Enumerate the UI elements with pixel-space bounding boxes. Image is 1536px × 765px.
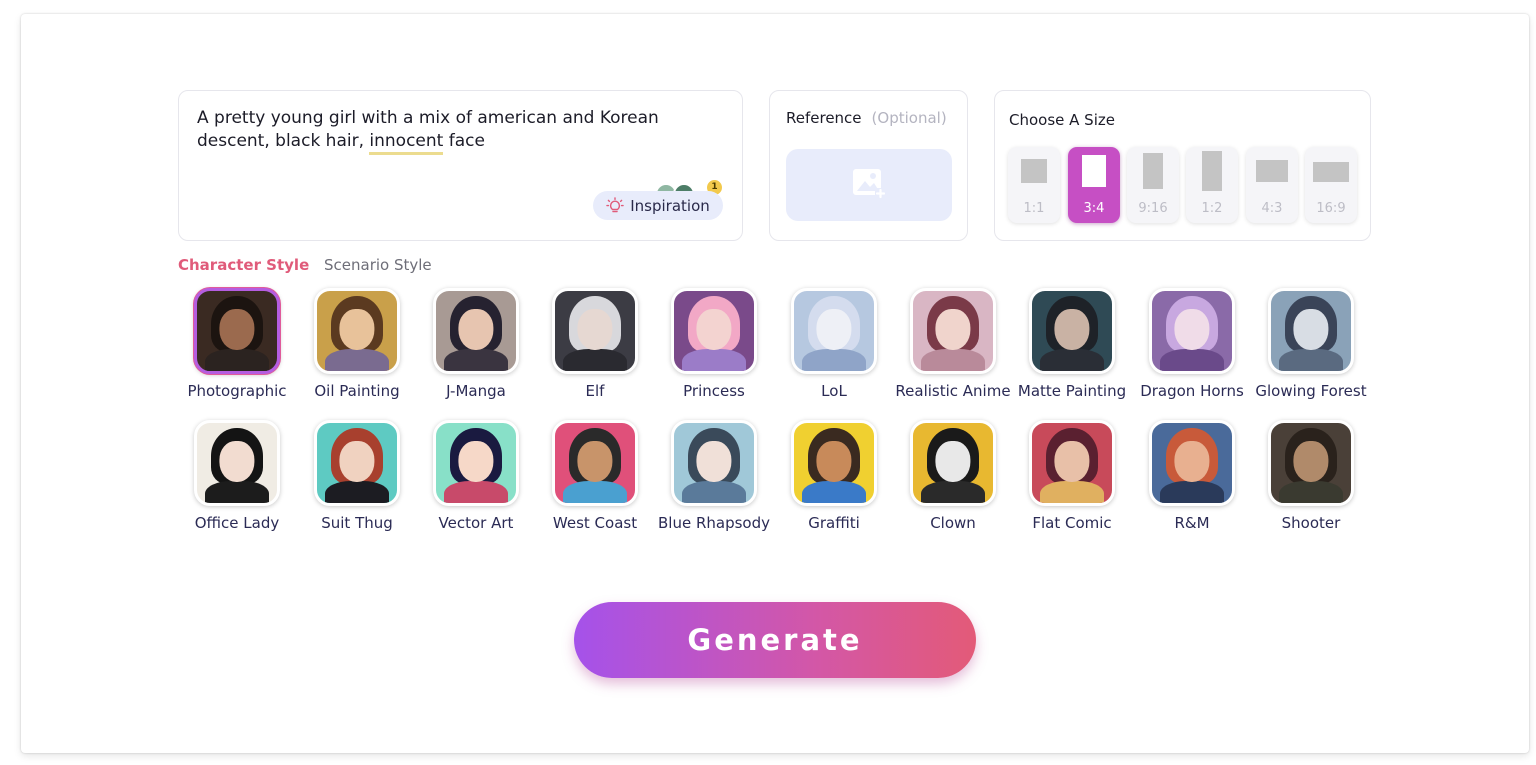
style-thumbnail[interactable] <box>1029 420 1115 506</box>
style-thumbnail[interactable] <box>433 288 519 374</box>
thumbnail-body <box>1160 480 1224 503</box>
thumbnail-body <box>1279 480 1343 503</box>
thumbnail-body <box>563 348 627 371</box>
thumbnail-body <box>682 480 746 503</box>
thumbnail-face <box>219 440 255 483</box>
style-thumbnail[interactable] <box>671 288 757 374</box>
thumbnail-face <box>577 308 613 351</box>
style-label: Glowing Forest <box>1255 382 1367 400</box>
thumbnail-face <box>339 308 375 351</box>
reference-upload-area[interactable] <box>786 149 952 221</box>
style-thumbnail[interactable] <box>1149 288 1235 374</box>
style-thumbnail[interactable] <box>433 420 519 506</box>
thumbnail-face <box>696 440 732 483</box>
thumbnail-face <box>1293 308 1329 351</box>
thumbnail-face <box>696 308 732 351</box>
size-option-4-3[interactable]: 4:3 <box>1246 147 1298 223</box>
style-label: Shooter <box>1281 514 1341 532</box>
size-option-label: 16:9 <box>1316 201 1346 216</box>
size-option-label: 9:16 <box>1138 201 1168 216</box>
size-option-9-16[interactable]: 9:16 <box>1127 147 1179 223</box>
thumbnail-body <box>205 348 269 371</box>
style-thumbnail[interactable] <box>552 288 638 374</box>
reference-panel: Reference (Optional) <box>769 90 968 241</box>
thumbnail-body <box>802 480 866 503</box>
generate-button[interactable]: Generate <box>574 602 976 678</box>
thumbnail-body <box>325 348 389 371</box>
thumbnail-face <box>458 308 494 351</box>
add-image-icon <box>851 166 887 204</box>
style-thumbnail[interactable] <box>1149 420 1235 506</box>
inspiration-label: Inspiration <box>630 196 710 215</box>
thumbnail-body <box>1160 348 1224 371</box>
thumbnail-face <box>1054 308 1090 351</box>
thumbnail-body <box>563 480 627 503</box>
thumbnail-face <box>816 440 852 483</box>
style-thumbnail[interactable] <box>1268 288 1354 374</box>
thumbnail-face <box>339 440 375 483</box>
thumbnail-face <box>577 440 613 483</box>
reference-title: Reference (Optional) <box>786 109 947 127</box>
aspect-shape-icon <box>1082 155 1106 187</box>
size-option-1-1[interactable]: 1:1 <box>1008 147 1060 223</box>
thumbnail-face <box>935 308 971 351</box>
prompt-text-end: face <box>443 131 485 151</box>
thumbnail-face <box>1174 308 1210 351</box>
thumbnail-face <box>219 308 255 351</box>
size-panel: Choose A Size 1:1 3:4 9:16 1:2 4:3 16:9 <box>994 90 1371 241</box>
thumbnail-face <box>816 308 852 351</box>
thumbnail-face <box>458 440 494 483</box>
style-thumbnail[interactable] <box>194 420 280 506</box>
thumbnail-body <box>205 480 269 503</box>
aspect-shape-icon <box>1313 162 1349 182</box>
thumbnail-body <box>444 480 508 503</box>
style-thumbnail[interactable] <box>1029 288 1115 374</box>
aspect-shape-icon <box>1202 151 1222 191</box>
size-title: Choose A Size <box>1009 111 1115 129</box>
style-thumbnail[interactable] <box>910 288 996 374</box>
thumbnail-body <box>1040 480 1104 503</box>
thumbnail-body <box>921 348 985 371</box>
thumbnail-body <box>682 348 746 371</box>
style-thumbnail[interactable] <box>552 420 638 506</box>
aspect-shape-icon <box>1256 160 1288 182</box>
thumbnail-face <box>1293 440 1329 483</box>
thumbnail-body <box>802 348 866 371</box>
size-option-16-9[interactable]: 16:9 <box>1305 147 1357 223</box>
reference-optional-label: (Optional) <box>871 109 947 127</box>
size-option-label: 1:1 <box>1023 201 1045 216</box>
thumbnail-body <box>444 348 508 371</box>
style-thumbnail[interactable] <box>194 288 280 374</box>
style-thumbnail[interactable] <box>314 420 400 506</box>
aspect-shape-icon <box>1021 159 1047 183</box>
thumbnail-face <box>1174 440 1210 483</box>
inspiration-button[interactable]: Inspiration <box>593 191 723 220</box>
size-option-label: 1:2 <box>1201 201 1223 216</box>
thumbnail-face <box>935 440 971 483</box>
style-thumbnail[interactable] <box>1268 420 1354 506</box>
thumbnail-face <box>1054 440 1090 483</box>
tab-scenario-style[interactable]: Scenario Style <box>324 256 432 274</box>
style-thumbnail[interactable] <box>671 420 757 506</box>
thumbnail-body <box>921 480 985 503</box>
size-option-1-2[interactable]: 1:2 <box>1186 147 1238 223</box>
tab-character-style[interactable]: Character Style <box>178 256 309 274</box>
prompt-highlighted-word[interactable]: innocent <box>369 131 444 155</box>
size-option-label: 3:4 <box>1083 201 1105 216</box>
style-thumbnail[interactable] <box>791 288 877 374</box>
size-option-label: 4:3 <box>1261 201 1283 216</box>
thumbnail-body <box>325 480 389 503</box>
prompt-text[interactable]: A pretty young girl with a mix of americ… <box>197 107 717 155</box>
style-thumbnail[interactable] <box>910 420 996 506</box>
thumbnail-body <box>1040 348 1104 371</box>
aspect-shape-icon <box>1143 153 1163 189</box>
style-thumbnail[interactable] <box>314 288 400 374</box>
size-option-3-4[interactable]: 3:4 <box>1068 147 1120 223</box>
reference-label: Reference <box>786 109 862 127</box>
style-thumbnail[interactable] <box>791 420 877 506</box>
thumbnail-body <box>1279 348 1343 371</box>
lightbulb-icon <box>606 196 624 215</box>
